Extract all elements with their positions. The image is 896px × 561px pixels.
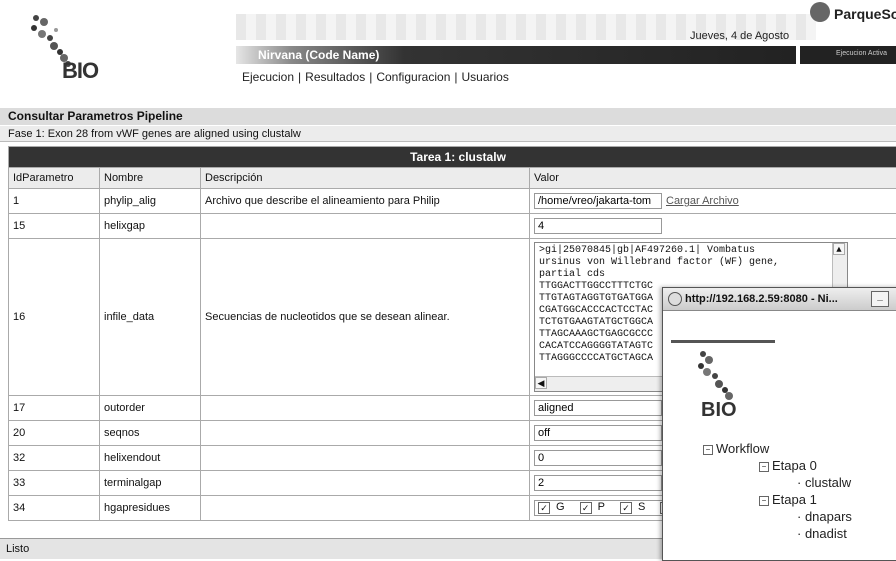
row-nombre: hgapresidues: [100, 496, 201, 521]
row-nombre: outorder: [100, 396, 201, 421]
nav-usuarios[interactable]: Usuarios: [462, 70, 509, 84]
nav-resultados[interactable]: Resultados: [305, 70, 365, 84]
scroll-up-icon[interactable]: ▲: [833, 243, 845, 255]
col-id: IdParametro: [9, 168, 100, 189]
row-id: 34: [9, 496, 100, 521]
tree-node-workflow[interactable]: −Workflow: [703, 440, 852, 457]
checkbox-s[interactable]: ✓S: [620, 501, 651, 513]
row-desc: Archivo que describe el alineamiento par…: [201, 189, 530, 214]
row-nombre: phylip_alig: [100, 189, 201, 214]
helixendout-input[interactable]: [534, 450, 662, 466]
parquesoft-icon: [810, 2, 830, 22]
scroll-left-icon[interactable]: ◀: [535, 377, 547, 389]
row-desc: [201, 396, 530, 421]
phylip-alig-input[interactable]: [534, 193, 662, 209]
table-row: 1 phylip_alig Archivo que describe el al…: [9, 189, 896, 214]
row-id: 33: [9, 471, 100, 496]
logo-text: BIO: [62, 58, 98, 84]
workflow-popup-window: http://192.168.2.59:8080 - Ni... _ BIO −…: [662, 287, 896, 561]
nav-configuracion[interactable]: Configuracion: [376, 70, 450, 84]
row-desc: [201, 446, 530, 471]
row-id: 17: [9, 396, 100, 421]
row-desc: [201, 214, 530, 239]
tarea-header: Tarea 1: clustalw: [9, 147, 896, 168]
globe-icon: [668, 292, 682, 306]
app-title: Nirvana (Code Name): [258, 48, 379, 62]
fase-label: Fase 1: Exon 28 from vWF genes are align…: [0, 126, 896, 142]
collapse-icon[interactable]: −: [759, 496, 769, 506]
outorder-input[interactable]: [534, 400, 662, 416]
row-valor: Cargar Archivo: [530, 189, 896, 214]
terminalgap-input[interactable]: [534, 475, 662, 491]
tree-node-etapa-1[interactable]: −Etapa 1: [703, 491, 852, 508]
page-header: BIO Jueves, 4 de Agosto ParqueSoft Nirva…: [0, 0, 896, 92]
row-id: 1: [9, 189, 100, 214]
col-valor: Valor: [530, 168, 896, 189]
row-nombre: infile_data: [100, 239, 201, 396]
collapse-icon[interactable]: −: [759, 462, 769, 472]
popup-divider: [671, 340, 775, 343]
brand-name: ParqueSoft: [834, 6, 896, 22]
row-desc: Secuencias de nucleotidos que se desean …: [201, 239, 530, 396]
row-desc: [201, 471, 530, 496]
row-nombre: helixgap: [100, 214, 201, 239]
row-id: 15: [9, 214, 100, 239]
popup-title: http://192.168.2.59:8080 - Ni...: [685, 293, 838, 305]
checkbox-g[interactable]: ✓G: [538, 501, 571, 513]
workflow-tree: −Workflow −Etapa 0 · clustalw −Etapa 1 ·…: [703, 440, 852, 542]
popup-logo-text: BIO: [701, 399, 737, 422]
main-nav: Ejecucion|Resultados|Configuracion|Usuar…: [242, 70, 509, 84]
section-title: Consultar Parametros Pipeline: [0, 108, 896, 125]
collapse-icon[interactable]: −: [703, 445, 713, 455]
brand-subtitle: Ejecucion Activa: [836, 50, 887, 57]
col-descripcion: Descripción: [201, 168, 530, 189]
popup-titlebar[interactable]: http://192.168.2.59:8080 - Ni... _: [663, 288, 896, 311]
row-valor: [530, 214, 896, 239]
col-nombre: Nombre: [100, 168, 201, 189]
minimize-button[interactable]: _: [871, 291, 889, 307]
row-nombre: helixendout: [100, 446, 201, 471]
tree-leaf-clustalw[interactable]: · clustalw: [703, 474, 852, 491]
tree-leaf-dnapars[interactable]: · dnapars: [703, 508, 852, 525]
checkbox-p[interactable]: ✓P: [580, 501, 611, 513]
row-desc: [201, 421, 530, 446]
tree-leaf-dnadist[interactable]: · dnadist: [703, 525, 852, 542]
nav-ejecucion[interactable]: Ejecucion: [242, 70, 294, 84]
helixgap-input[interactable]: [534, 218, 662, 234]
row-desc: [201, 496, 530, 521]
row-id: 20: [9, 421, 100, 446]
row-id: 32: [9, 446, 100, 471]
header-date: Jueves, 4 de Agosto: [690, 30, 789, 42]
seqnos-input[interactable]: [534, 425, 662, 441]
row-id: 16: [9, 239, 100, 396]
row-nombre: seqnos: [100, 421, 201, 446]
row-nombre: terminalgap: [100, 471, 201, 496]
tree-node-etapa-0[interactable]: −Etapa 0: [703, 457, 852, 474]
cargar-archivo-link[interactable]: Cargar Archivo: [666, 195, 739, 207]
table-row: 15 helixgap: [9, 214, 896, 239]
